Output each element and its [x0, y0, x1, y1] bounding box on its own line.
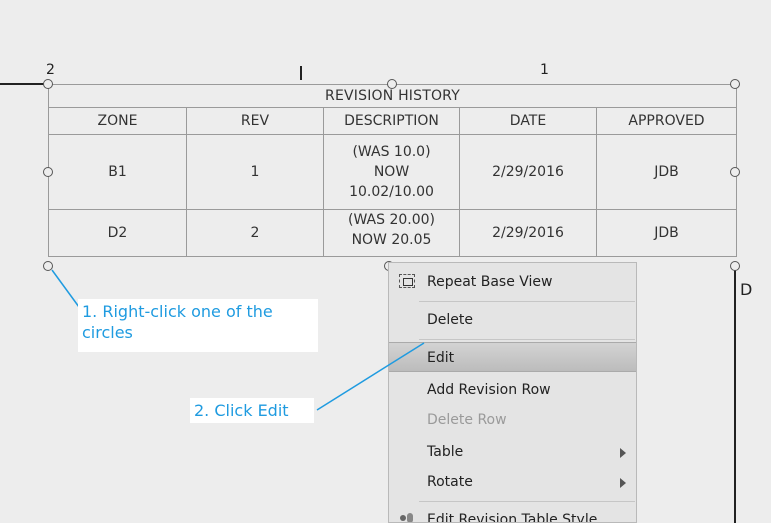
- leader-line-step2: [316, 342, 425, 411]
- leader-line-step1: [51, 269, 80, 308]
- callout-leader-lines: [51, 269, 425, 411]
- callout-step1: 1. Right-click one of the circles: [78, 299, 318, 352]
- callout-step2: 2. Click Edit: [190, 398, 314, 423]
